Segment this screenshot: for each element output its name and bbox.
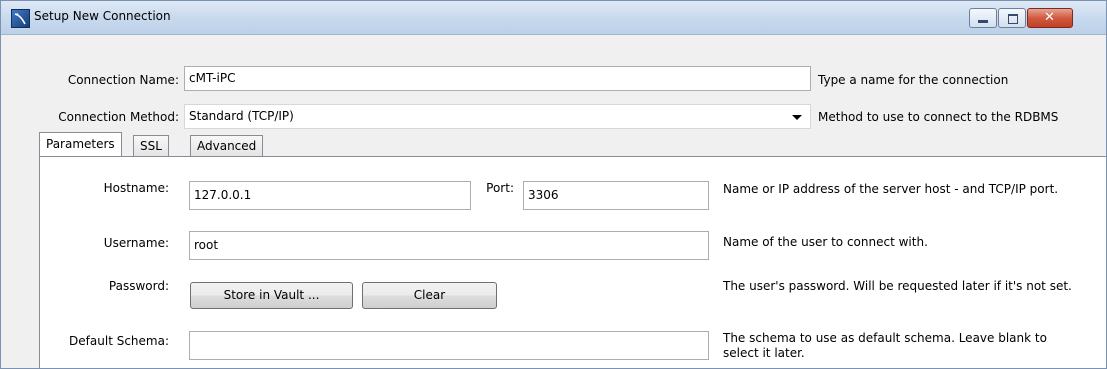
connection-method-help: Method to use to connect to the RDBMS: [818, 110, 1059, 124]
username-label: Username:: [103, 236, 169, 250]
connection-name-label: Connection Name:: [67, 73, 179, 87]
connection-method-label: Connection Method:: [58, 110, 179, 124]
minimize-button[interactable]: [969, 8, 997, 28]
setup-connection-dialog: Setup New Connection ✕ Connection Name: …: [0, 0, 1107, 369]
window-title: Setup New Connection: [34, 9, 171, 23]
connection-method-value: Standard (TCP/IP): [189, 109, 294, 123]
connection-name-input[interactable]: cMT-iPC: [184, 66, 811, 91]
connection-method-select[interactable]: Standard (TCP/IP): [184, 104, 811, 129]
hostname-label: Hostname:: [103, 181, 169, 195]
tab-ssl[interactable]: SSL: [133, 135, 169, 156]
tab-advanced[interactable]: Advanced: [190, 135, 264, 156]
close-button[interactable]: ✕: [1027, 8, 1073, 28]
store-in-vault-button[interactable]: Store in Vault ...: [190, 282, 353, 309]
connection-name-help: Type a name for the connection: [818, 73, 1009, 87]
password-help: The user's password. Will be requested l…: [723, 279, 1072, 293]
hostname-input[interactable]: 127.0.0.1: [189, 181, 471, 210]
username-input[interactable]: root: [189, 231, 709, 260]
chevron-down-icon: [792, 115, 802, 120]
title-bar[interactable]: Setup New Connection ✕: [1, 1, 1106, 35]
clear-password-button[interactable]: Clear: [362, 282, 497, 309]
port-input[interactable]: 3306: [523, 181, 709, 210]
maximize-icon: [1008, 14, 1018, 24]
maximize-button[interactable]: [998, 8, 1026, 28]
mysql-workbench-icon: [11, 9, 30, 28]
tab-parameters[interactable]: Parameters: [39, 132, 122, 156]
default-schema-help: The schema to use as default schema. Lea…: [723, 331, 1047, 360]
port-label: Port:: [486, 181, 514, 195]
password-label: Password:: [108, 279, 169, 293]
close-icon: ✕: [1044, 10, 1055, 25]
default-schema-label: Default Schema:: [69, 334, 169, 348]
hostname-help: Name or IP address of the server host - …: [723, 182, 1059, 196]
minimize-icon: [978, 20, 988, 23]
default-schema-input[interactable]: [189, 331, 709, 360]
username-help: Name of the user to connect with.: [723, 235, 928, 249]
